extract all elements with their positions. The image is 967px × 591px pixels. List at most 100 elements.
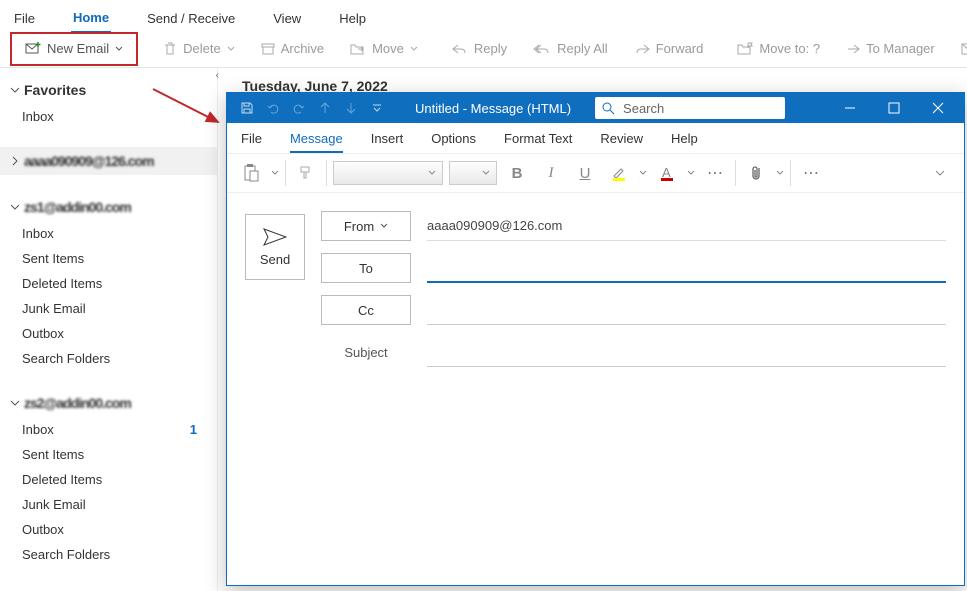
toolbar: New Email Delete Archive Move Reply Repl… [0,30,967,68]
highlight-color-button[interactable] [605,159,633,187]
more-commands-button[interactable]: ⋯ [797,159,825,187]
account-1[interactable]: aaaa090909@126.com [0,147,217,175]
acct3-search-folders[interactable]: Search Folders [0,542,217,567]
compose-body-editor[interactable] [227,407,964,585]
save-icon [240,101,254,115]
undo-button[interactable] [261,96,285,120]
acct2-inbox[interactable]: Inbox [0,221,217,246]
to-field[interactable] [427,253,946,283]
acct3-inbox[interactable]: Inbox 1 [0,417,217,442]
more-formatting-button[interactable]: ⋯ [701,159,729,187]
close-button[interactable] [916,93,960,123]
paste-button[interactable] [237,159,265,187]
font-family-dropdown[interactable] [333,161,443,185]
forward-button[interactable]: Forward [625,36,713,61]
underline-icon: U [580,165,591,182]
compose-menu-options[interactable]: Options [431,131,476,153]
font-color-button[interactable]: A [653,159,681,187]
menu-view[interactable]: View [271,7,303,32]
move-to-button[interactable]: Move to: ? [728,36,829,61]
redo-button[interactable] [287,96,311,120]
attach-button[interactable] [742,159,770,187]
send-button[interactable]: Send [245,214,305,280]
acct3-sent[interactable]: Sent Items [0,442,217,467]
compose-header-area: Send From aaaa090909@126.com To Cc Subje… [227,193,964,407]
compose-menu-review[interactable]: Review [600,131,643,153]
folder-sidebar: ‹ Favorites Inbox aaaa090909@126.com zs1… [0,68,218,591]
compose-window: Untitled - Message (HTML) Search File Me… [226,92,965,586]
prev-item-button[interactable] [313,96,337,120]
underline-button[interactable]: U [571,159,599,187]
team-email-button[interactable]: Team [952,36,967,61]
archive-button[interactable]: Archive [252,36,333,61]
save-button[interactable] [235,96,259,120]
italic-button[interactable]: I [537,159,565,187]
chevron-down-icon [10,398,20,408]
archive-icon [261,42,275,56]
chevron-down-icon[interactable] [776,169,784,177]
highlight-icon [611,165,627,181]
move-button[interactable]: Move [341,36,427,61]
chevron-down-icon [482,169,490,177]
separator [790,160,791,186]
qat-customize-button[interactable] [365,96,389,120]
to-manager-button[interactable]: To Manager [837,36,944,61]
menu-home[interactable]: Home [71,6,111,33]
minimize-button[interactable] [828,93,872,123]
compose-menu-message[interactable]: Message [290,131,343,153]
compose-search-input[interactable]: Search [595,97,785,119]
acct2-deleted[interactable]: Deleted Items [0,271,217,296]
chevron-down-icon [935,168,945,178]
acct3-outbox[interactable]: Outbox [0,517,217,542]
maximize-button[interactable] [872,93,916,123]
compose-menu-format-text[interactable]: Format Text [504,131,572,153]
menu-send-receive[interactable]: Send / Receive [145,7,237,32]
acct3-deleted[interactable]: Deleted Items [0,467,217,492]
format-painter-button[interactable] [292,159,320,187]
delete-button[interactable]: Delete [154,36,244,61]
chevron-down-icon[interactable] [271,169,279,177]
flag-folder-icon [737,42,753,56]
collapse-pane-icon[interactable]: ‹ [216,70,219,81]
compose-menu-insert[interactable]: Insert [371,131,404,153]
clipboard-icon [243,164,259,182]
compose-menu-file[interactable]: File [241,131,262,153]
chevron-down-icon [380,222,388,230]
send-icon [263,228,287,246]
to-manager-label: To Manager [866,41,935,56]
collapse-ribbon-button[interactable] [926,159,954,187]
acct3-junk[interactable]: Junk Email [0,492,217,517]
cc-button[interactable]: Cc [321,295,411,325]
favorites-header[interactable]: Favorites [0,76,217,104]
paintbrush-icon [298,165,314,181]
trash-icon [163,42,177,56]
subject-field[interactable] [427,337,946,367]
next-item-button[interactable] [339,96,363,120]
acct2-search-folders[interactable]: Search Folders [0,346,217,371]
account-2[interactable]: zs1@addin00.com [0,193,217,221]
menu-help[interactable]: Help [337,7,368,32]
chevron-down-icon[interactable] [687,169,695,177]
compose-menu-help[interactable]: Help [671,131,698,153]
account-3[interactable]: zs2@addin00.com [0,389,217,417]
acct2-outbox[interactable]: Outbox [0,321,217,346]
bold-button[interactable]: B [503,159,531,187]
acct2-junk[interactable]: Junk Email [0,296,217,321]
menu-file[interactable]: File [12,7,37,32]
from-button[interactable]: From [321,211,411,241]
compose-title: Untitled - Message (HTML) [395,101,571,116]
cc-field[interactable] [427,295,946,325]
italic-icon: I [549,165,554,182]
new-email-button[interactable]: New Email [16,36,132,62]
font-size-dropdown[interactable] [449,161,497,185]
reply-icon [452,43,468,55]
reply-button[interactable]: Reply [443,36,516,61]
chevron-down-icon[interactable] [639,169,647,177]
chevron-down-icon [10,202,20,212]
favorites-inbox[interactable]: Inbox [0,104,217,129]
to-button[interactable]: To [321,253,411,283]
reply-label: Reply [474,41,507,56]
account-2-label: zs1@addin00.com [24,199,131,215]
reply-all-button[interactable]: Reply All [524,36,617,61]
acct2-sent[interactable]: Sent Items [0,246,217,271]
